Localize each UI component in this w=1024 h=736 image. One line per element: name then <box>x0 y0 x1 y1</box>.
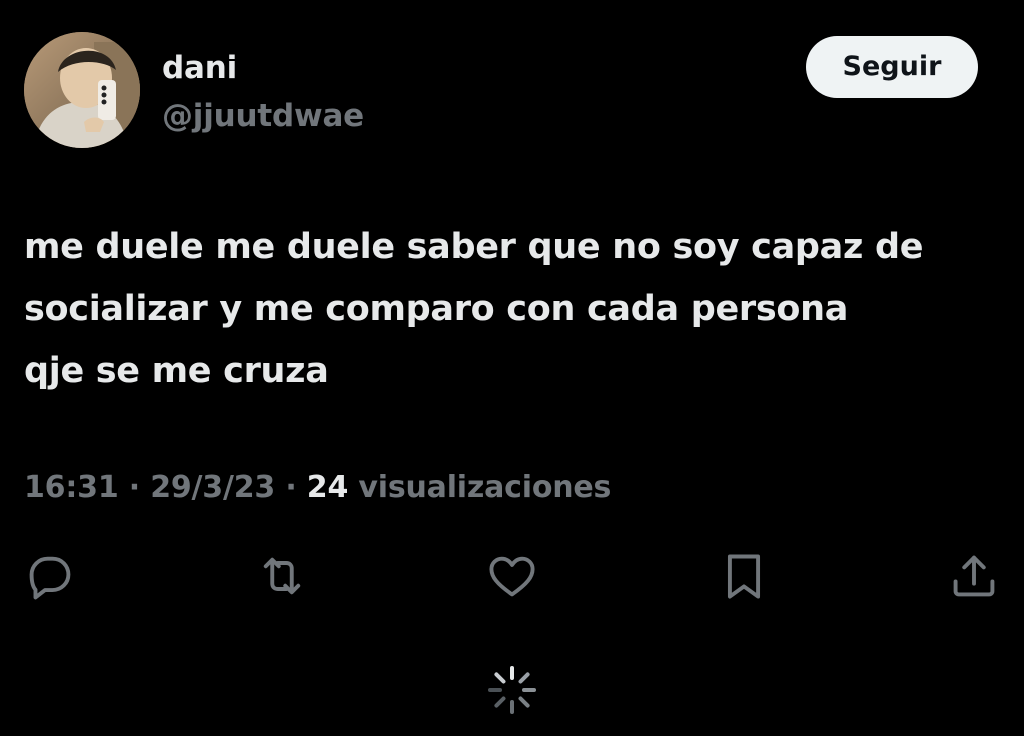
share-icon <box>953 555 995 597</box>
views-count[interactable]: 24 <box>307 470 359 505</box>
loading-spinner <box>484 662 540 718</box>
tweet-text-line: qje se me cruza <box>24 351 329 391</box>
reply-button[interactable] <box>22 548 78 604</box>
meta-separator: · <box>285 470 307 505</box>
tweet-time[interactable]: 16:31 <box>24 470 119 505</box>
meta-separator: · <box>128 470 151 505</box>
tweet-text-line: me duele me duele saber que no soy capaz… <box>24 227 924 267</box>
loading-spinner-icon <box>488 666 536 714</box>
bookmark-icon <box>727 554 761 599</box>
author-display-name[interactable]: dani <box>162 46 237 90</box>
like-button[interactable] <box>484 548 540 604</box>
tweet-text: me duele me duele saber que no soy capaz… <box>24 216 1009 402</box>
tweet-actions <box>0 548 1024 604</box>
share-button[interactable] <box>946 548 1002 604</box>
follow-button[interactable]: Seguir <box>806 36 978 98</box>
retweet-button[interactable] <box>254 548 310 604</box>
reply-icon <box>29 556 71 600</box>
tweet-date[interactable]: 29/3/23 <box>150 470 275 505</box>
tweet-text-line: socializar y me comparo con cada persona <box>24 289 849 329</box>
like-icon <box>489 556 535 597</box>
author-handle[interactable]: @jjuutdwae <box>162 94 364 138</box>
avatar[interactable] <box>24 32 140 148</box>
retweet-icon <box>263 557 301 595</box>
views-label[interactable]: visualizaciones <box>358 470 611 505</box>
tweet-card: dani @jjuutdwae Seguir me duele me duele… <box>0 0 1024 736</box>
bookmark-button[interactable] <box>716 548 772 604</box>
avatar-photo <box>24 32 140 148</box>
tweet-meta: 16:31 · 29/3/23 · 24 visualizaciones <box>24 466 611 510</box>
